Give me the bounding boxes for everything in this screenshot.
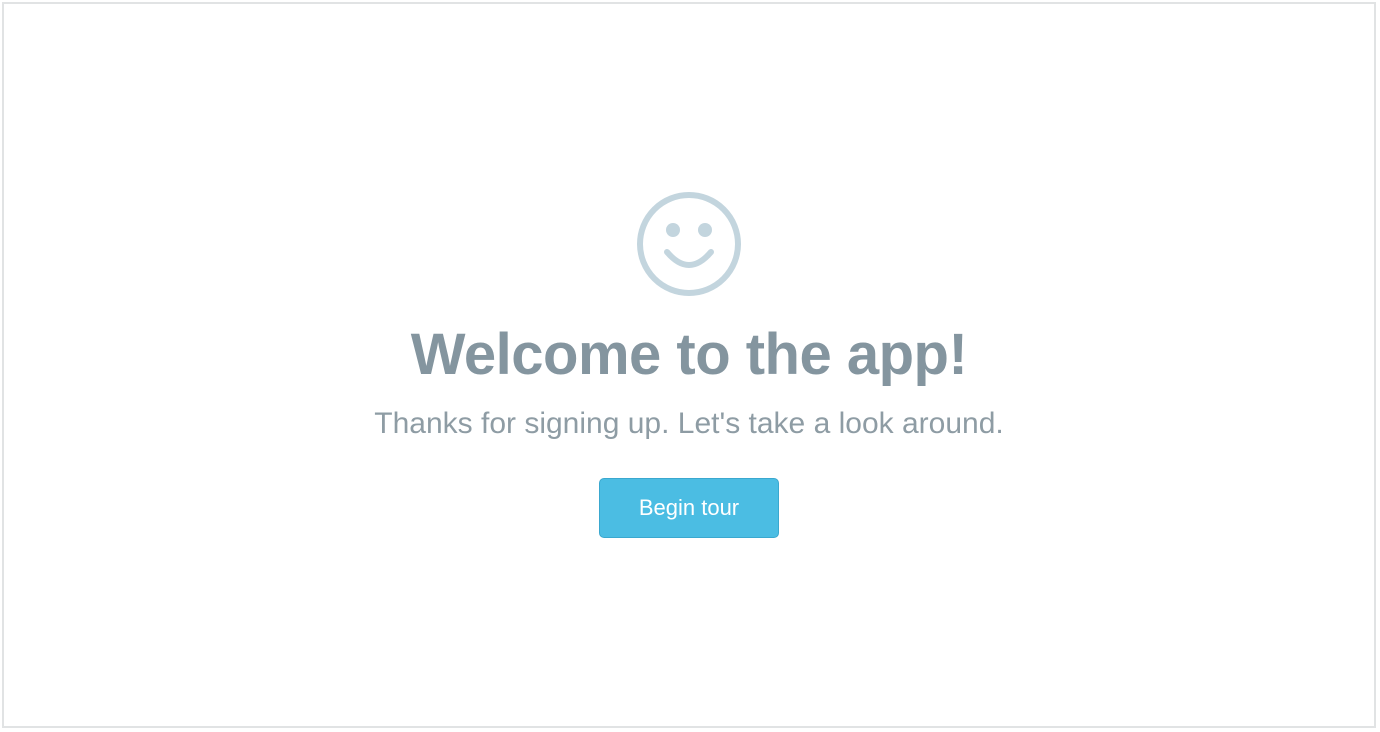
app-window: Welcome to the app! Thanks for signing u… xyxy=(2,2,1376,728)
welcome-title: Welcome to the app! xyxy=(410,322,968,387)
smiley-face-icon xyxy=(635,190,743,298)
welcome-panel: Welcome to the app! Thanks for signing u… xyxy=(4,190,1374,538)
begin-tour-button[interactable]: Begin tour xyxy=(599,478,779,538)
welcome-subtitle: Thanks for signing up. Let's take a look… xyxy=(374,407,1004,440)
